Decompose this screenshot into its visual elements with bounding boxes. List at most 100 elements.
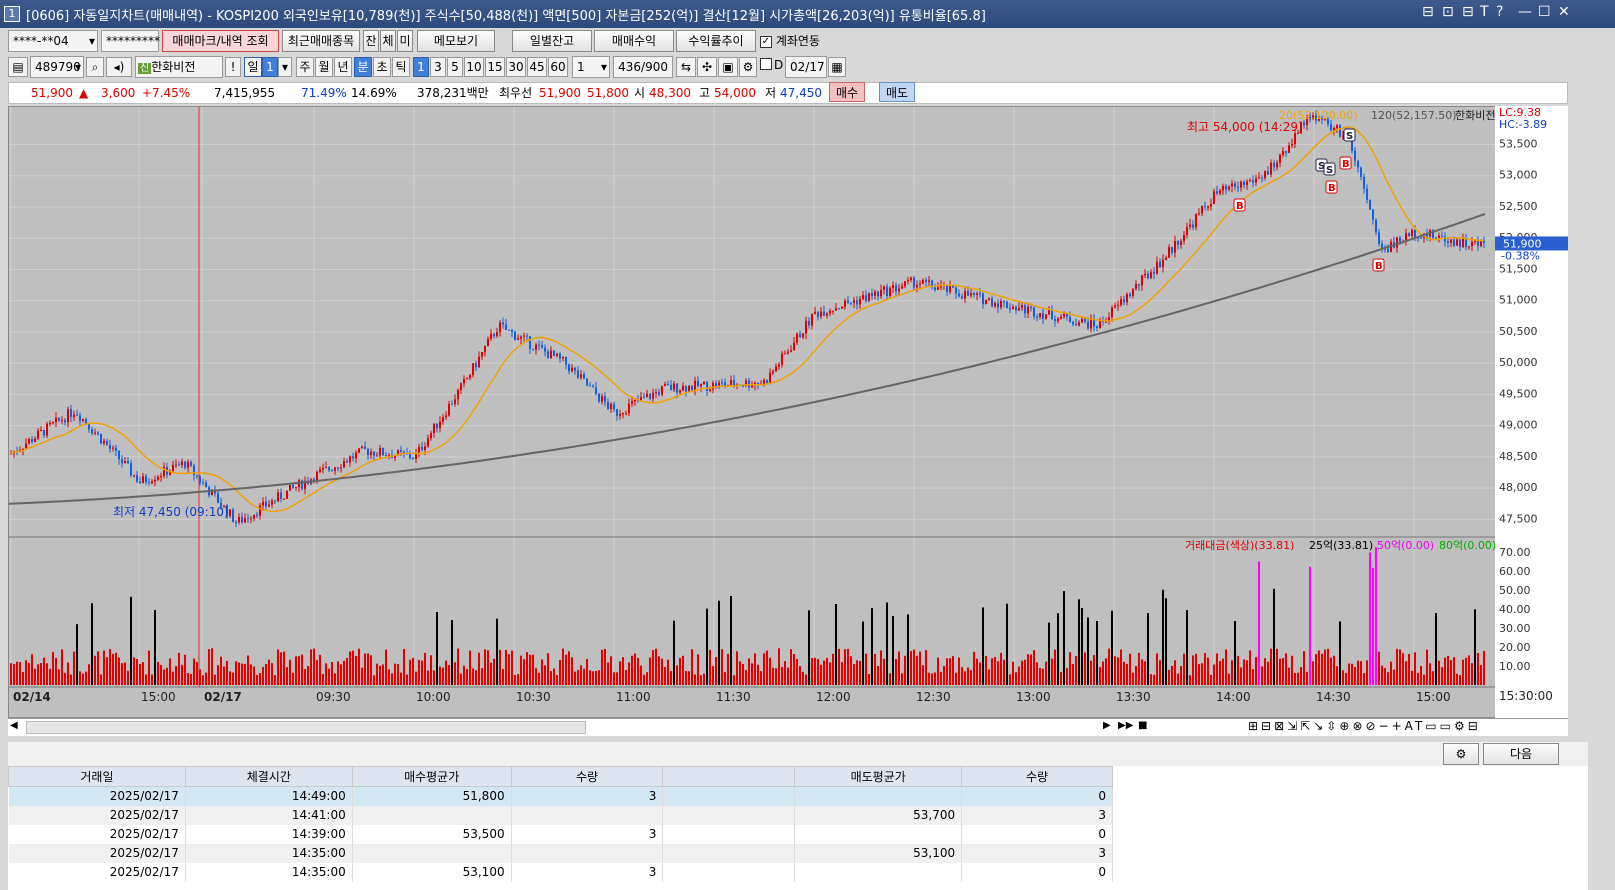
unit-select[interactable]: 1 ▾ [572,56,610,78]
chart-scrollbar[interactable]: ◀ ▶ ▶▶ ■ ⊞⊟⊠⇲⇱↘⇳⊕⊗⊘−+AT▭▭⚙⊟ [8,718,1568,736]
minute-30-button[interactable]: 30 [506,57,526,77]
minute-60-button[interactable]: 60 [548,57,568,77]
period-value[interactable]: 1 [262,57,278,77]
candle-body [1225,186,1227,190]
link-icon[interactable]: ⊟ [1462,4,1474,20]
count-field[interactable]: 436/900 [613,56,673,78]
stock-badge-icon: 신 [138,63,152,74]
font-icon[interactable]: T [1480,4,1489,20]
memo-button[interactable]: 메모보기 [417,30,495,52]
col-time[interactable]: 체결시간 [184,766,353,787]
date-input[interactable]: 02/17 [785,56,827,78]
next-button[interactable]: 다음 [1483,743,1559,765]
high-label: 고 [699,86,711,100]
candle-body [106,440,108,446]
best-bid: 51,800 [587,86,629,100]
volume-bar [790,649,792,685]
buy-button[interactable]: 매수 [829,82,866,102]
period-tik-button[interactable]: 틱 [392,57,410,77]
chart-area[interactable]: 02/14 15:00 02/17 09:30 10:00 10:30 11:00 11:30… [8,106,1543,718]
profit-ratio-button[interactable]: 수익률추이 [676,30,756,52]
jan-button[interactable]: 잔 [363,30,379,52]
sell-button[interactable]: 매도 [879,82,916,102]
table-row[interactable]: 2025/02/17 14:35:00 53,100 3 [8,843,1113,863]
stop-icon[interactable]: ■ [1138,720,1147,731]
scroll-right-icon[interactable]: ▶ [1103,720,1111,731]
copy-icon[interactable]: ⊡ [1442,4,1454,20]
save-icon[interactable]: ▣ [718,57,738,77]
period-ju-button[interactable]: 주 [296,57,314,77]
minute-3-button[interactable]: 3 [430,57,446,77]
d-checkbox[interactable] [760,58,772,70]
calendar-icon[interactable]: ▦ [828,57,846,77]
gear-icon[interactable]: ⚙ [739,57,757,77]
col-buy-qty[interactable]: 수량 [510,766,664,787]
speaker-icon[interactable]: ◂) [106,57,132,77]
col-sell-qty[interactable]: 수량 [961,766,1113,787]
trade-mark-button[interactable]: 매매마크/내역 조회 [162,30,279,52]
tool-icons[interactable]: ⊞⊟⊠⇲⇱↘⇳⊕⊗⊘−+AT▭▭⚙⊟ [1248,719,1481,733]
crosshair-icon[interactable]: ✣ [697,57,717,77]
play-icon[interactable]: ▶▶ [1118,720,1133,731]
profit-button[interactable]: 매매수익 [594,30,674,52]
col-date[interactable]: 거래일 [8,766,186,787]
alert-button[interactable]: ! [225,57,241,77]
account-select[interactable]: ****-**04 ▾ [8,30,98,52]
period-nyeon-button[interactable]: 년 [334,57,352,77]
candle-body [988,298,990,301]
stock-name-field[interactable]: 신 한화비전 [135,56,223,78]
minute-1-button[interactable]: 1 [413,57,429,77]
restore-icon[interactable]: ⊟ [1422,4,1434,20]
settings-icon[interactable]: ⚙ [1443,743,1479,765]
table-row[interactable]: 2025/02/17 14:49:00 51,800 3 0 [8,786,1113,806]
mi-button[interactable]: 미 [397,30,413,52]
volume-bar [469,650,471,685]
table-row[interactable]: 2025/02/17 14:39:00 53,500 3 0 [8,824,1113,844]
table-row[interactable]: 2025/02/17 14:35:00 53,100 3 0 [8,862,1113,882]
help-icon[interactable]: ? [1496,4,1503,20]
volume-bar [1306,671,1308,685]
close-icon[interactable]: ✕ [1558,4,1570,20]
candle-body [334,467,336,471]
scroll-thumb[interactable] [26,721,586,734]
scroll-left-icon[interactable]: ◀ [10,720,18,731]
col-buy-avg[interactable]: 매수평균가 [351,766,512,787]
chevron-down-icon[interactable]: ▾ [278,57,292,77]
table-cell: 2025/02/17 [8,843,186,863]
minute-5-button[interactable]: 5 [447,57,463,77]
volume-bar [385,649,387,685]
volume-bar [907,614,909,685]
candle-body [160,476,162,478]
volume-bar [409,659,411,685]
candle-body [1249,180,1251,182]
account-link-checkbox[interactable]: ✓ 계좌연동 [760,32,820,50]
compare-icon[interactable]: ⇆ [676,57,696,77]
recent-trades-button[interactable]: 최근매매종목 [282,30,360,52]
volume-bar [1477,652,1479,685]
volume-bar [1147,613,1149,685]
period-cho-button[interactable]: 초 [373,57,391,77]
code-input[interactable]: 489790 ▾ [30,56,84,78]
search-icon[interactable]: ⌕ [86,57,104,77]
daily-balance-button[interactable]: 일별잔고 [512,30,592,52]
period-bun-button[interactable]: 분 [354,57,372,77]
che-button[interactable]: 체 [380,30,396,52]
candle-body [1408,233,1410,237]
price-chart[interactable]: 02/14 15:00 02/17 09:30 10:00 10:30 11:00 11:30… [8,107,1544,719]
password-field[interactable]: ********* [101,30,160,52]
minute-45-button[interactable]: 45 [527,57,547,77]
layout-icon[interactable]: ▤ [8,57,28,77]
period-wol-button[interactable]: 월 [315,57,333,77]
maximize-icon[interactable]: ☐ [1538,4,1551,20]
minimize-icon[interactable]: — [1518,4,1532,20]
volume-bar [217,665,219,685]
period-il-button[interactable]: 일 [244,57,262,77]
table-row[interactable]: 2025/02/17 14:41:00 53,700 3 [8,805,1113,825]
col-sell-avg[interactable]: 매도평균가 [794,766,963,787]
volume-bar [1357,660,1359,685]
minute-10-button[interactable]: 10 [464,57,484,77]
candle-body [1129,294,1131,296]
minute-15-button[interactable]: 15 [485,57,505,77]
candle-body [325,466,327,468]
candle-body [490,333,492,339]
